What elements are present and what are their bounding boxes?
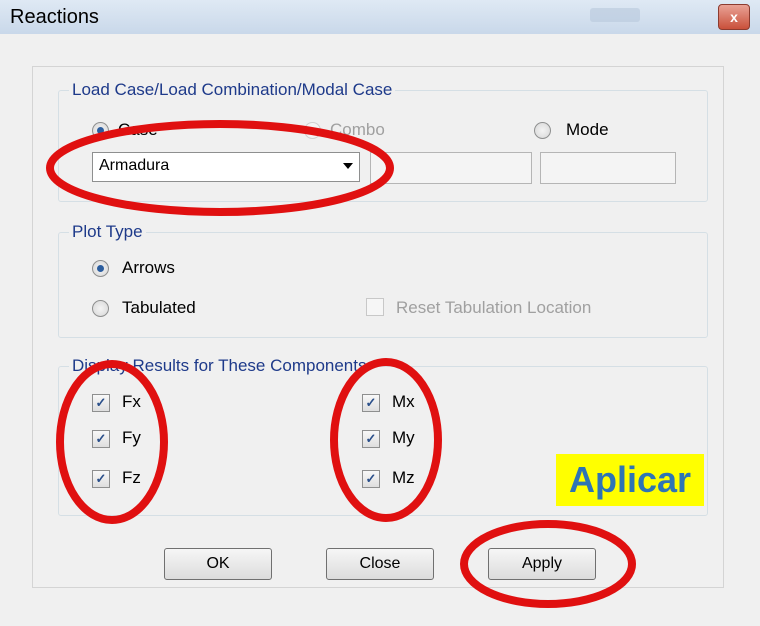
close-button[interactable]: Close (326, 548, 434, 580)
mz-label: Mz (392, 468, 415, 487)
fz-label: Fz (122, 468, 141, 487)
mode-radio-label: Mode (566, 120, 609, 139)
plot-type-group: Plot Type (58, 222, 708, 338)
components-group-title: Display Results for These Components (69, 356, 370, 376)
case-dropdown-value: Armadura (99, 157, 170, 174)
reset-tabulation-label: Reset Tabulation Location (396, 298, 592, 317)
combo-field[interactable] (370, 152, 532, 184)
case-radio[interactable] (92, 122, 109, 139)
case-radio-label: Case (118, 120, 158, 139)
fy-label: Fy (122, 428, 141, 447)
apply-button[interactable]: Apply (488, 548, 596, 580)
tabulated-radio[interactable] (92, 300, 109, 317)
fx-checkbox[interactable]: ✓ (92, 394, 110, 412)
mode-field[interactable] (540, 152, 676, 184)
ok-button[interactable]: OK (164, 548, 272, 580)
chevron-down-icon (343, 163, 353, 169)
fz-checkbox[interactable]: ✓ (92, 470, 110, 488)
case-dropdown[interactable]: Armadura (92, 152, 360, 182)
combo-radio[interactable] (304, 122, 321, 139)
mx-checkbox[interactable]: ✓ (362, 394, 380, 412)
my-checkbox[interactable]: ✓ (362, 430, 380, 448)
mz-checkbox[interactable]: ✓ (362, 470, 380, 488)
window-title: Reactions (10, 6, 99, 28)
my-label: My (392, 428, 415, 447)
arrows-radio[interactable] (92, 260, 109, 277)
load-case-group-title: Load Case/Load Combination/Modal Case (69, 80, 396, 100)
mode-radio[interactable] (534, 122, 551, 139)
tabulated-radio-label: Tabulated (122, 298, 196, 317)
window-close-button[interactable]: x (718, 4, 750, 30)
title-bar-ghost (590, 8, 640, 22)
fx-label: Fx (122, 392, 141, 411)
arrows-radio-label: Arrows (122, 258, 175, 277)
reset-tabulation-checkbox[interactable] (366, 298, 384, 316)
close-icon: x (730, 9, 738, 25)
aplicar-annotation: Aplicar (556, 454, 704, 506)
fy-checkbox[interactable]: ✓ (92, 430, 110, 448)
plot-type-group-title: Plot Type (69, 222, 146, 242)
combo-radio-label: Combo (330, 120, 385, 139)
mx-label: Mx (392, 392, 415, 411)
load-case-group: Load Case/Load Combination/Modal Case (58, 80, 708, 202)
title-bar: Reactions x (0, 0, 760, 34)
